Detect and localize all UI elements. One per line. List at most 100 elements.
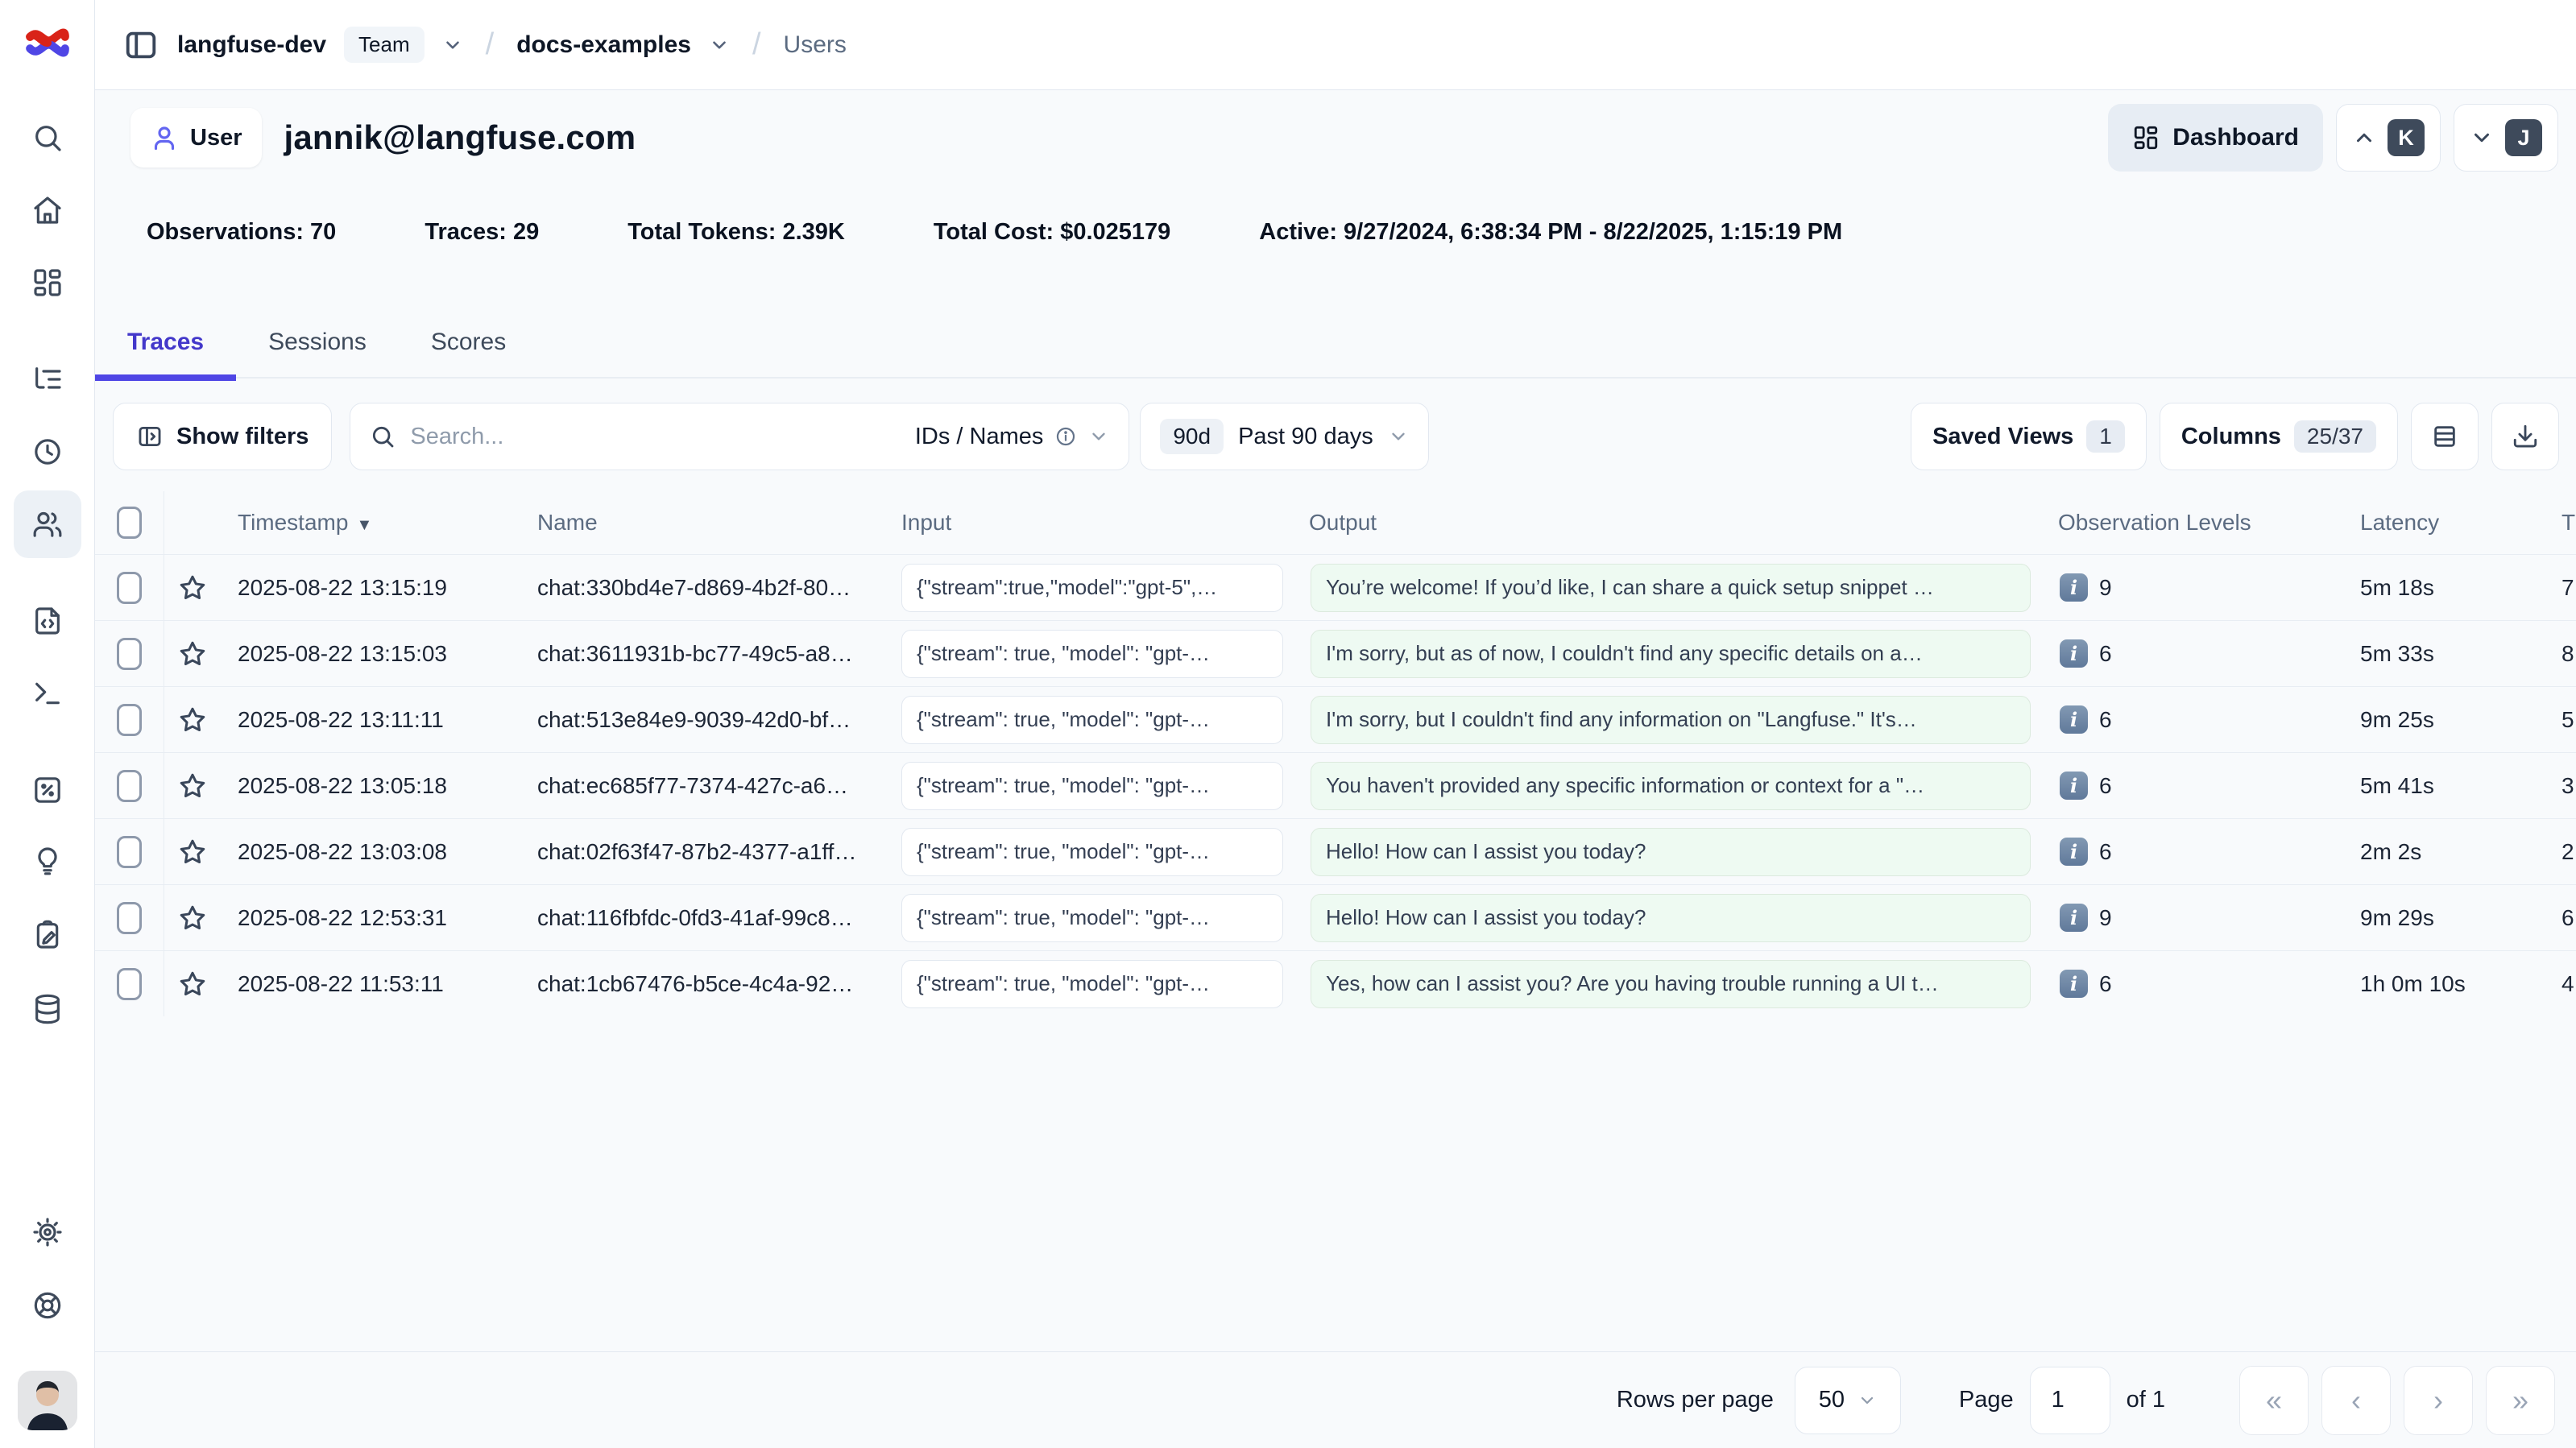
breadcrumb-project[interactable]: langfuse-dev [177, 31, 326, 59]
search-icon [31, 122, 64, 154]
info-level-icon: i [2060, 970, 2088, 998]
langfuse-logo[interactable] [24, 19, 71, 66]
tab-traces[interactable]: Traces [95, 329, 236, 377]
chevron-down-icon[interactable] [442, 35, 463, 56]
cell-output[interactable]: I'm sorry, but as of now, I couldn't fin… [1311, 630, 2031, 678]
tab-sessions[interactable]: Sessions [236, 329, 399, 377]
sidebar-item-dashboards[interactable] [14, 249, 81, 316]
table-row[interactable]: 2025-08-22 13:05:18 chat:ec685f77-7374-4… [95, 752, 2576, 818]
search-scope-selector[interactable]: IDs / Names [915, 424, 1044, 450]
row-checkbox[interactable] [117, 638, 142, 670]
table-row[interactable]: 2025-08-22 13:15:19 chat:330bd4e7-d869-4… [95, 554, 2576, 620]
cell-input[interactable]: {"stream": true, "model": "gpt-… [901, 894, 1283, 942]
table-row[interactable]: 2025-08-22 13:03:08 chat:02f63f47-87b2-4… [95, 818, 2576, 884]
chevron-up-icon [2352, 126, 2376, 150]
sidebar-item-users[interactable] [14, 490, 81, 558]
select-all-checkbox[interactable] [117, 507, 142, 539]
bookmark-star-icon[interactable] [177, 903, 208, 933]
sidebar-item-search[interactable] [14, 104, 81, 172]
search-input[interactable]: Search... [410, 424, 503, 450]
stat-item: Active: 9/27/2024, 6:38:34 PM - 8/22/202… [1259, 219, 1842, 246]
user-avatar[interactable] [18, 1371, 77, 1430]
cell-input[interactable]: {"stream":true,"model":"gpt-5",… [901, 564, 1283, 612]
chevron-down-icon[interactable] [709, 35, 730, 56]
sidebar-item-annotation[interactable] [14, 901, 81, 969]
rows-per-page-select[interactable]: 50 [1795, 1367, 1901, 1434]
bookmark-star-icon[interactable] [177, 573, 208, 603]
cell-output[interactable]: Hello! How can I assist you today? [1311, 894, 2031, 942]
shortcut-keycap: K [2388, 119, 2425, 156]
row-checkbox[interactable] [117, 704, 142, 736]
dashboard-button[interactable]: Dashboard [2108, 104, 2323, 172]
header-truncated[interactable]: T [2545, 510, 2576, 536]
sidebar-item-evaluation[interactable] [14, 756, 81, 824]
cell-timestamp: 2025-08-22 11:53:11 [222, 971, 521, 997]
row-height-button[interactable] [2411, 403, 2479, 470]
search-bar[interactable]: Search... IDs / Names [350, 403, 1129, 470]
next-page-button[interactable]: › [2404, 1366, 2473, 1435]
columns-button[interactable]: Columns 25/37 [2160, 403, 2398, 470]
bookmark-star-icon[interactable] [177, 639, 208, 669]
export-button[interactable] [2491, 403, 2559, 470]
cell-input[interactable]: {"stream": true, "model": "gpt-… [901, 630, 1283, 678]
show-filters-button[interactable]: Show filters [113, 403, 332, 470]
row-checkbox[interactable] [117, 902, 142, 934]
observation-count: 6 [2099, 641, 2112, 667]
breadcrumb-current-page[interactable]: Users [784, 31, 847, 59]
stat-item: Total Tokens: 2.39K [627, 219, 845, 246]
sidebar-item-prompts[interactable] [14, 587, 81, 655]
previous-page-button[interactable]: ‹ [2321, 1366, 2391, 1435]
table-row[interactable]: 2025-08-22 13:11:11 chat:513e84e9-9039-4… [95, 686, 2576, 752]
table-row[interactable]: 2025-08-22 13:15:03 chat:3611931b-bc77-4… [95, 620, 2576, 686]
header-latency[interactable]: Latency [2344, 510, 2545, 536]
cell-output[interactable]: Hello! How can I assist you today? [1311, 828, 2031, 876]
cell-output[interactable]: Yes, how can I assist you? Are you havin… [1311, 960, 2031, 1008]
cell-latency: 5m 33s [2344, 641, 2545, 667]
first-page-button[interactable]: « [2239, 1366, 2309, 1435]
previous-user-button[interactable]: K [2336, 104, 2441, 172]
cell-output[interactable]: I'm sorry, but I couldn't find any infor… [1311, 696, 2031, 744]
shortcut-keycap: J [2505, 119, 2542, 156]
cell-output[interactable]: You haven't provided any specific inform… [1311, 762, 2031, 810]
cell-input[interactable]: {"stream": true, "model": "gpt-… [901, 960, 1283, 1008]
sidebar-item-datasets[interactable] [14, 975, 81, 1043]
table-row[interactable]: 2025-08-22 12:53:31 chat:116fbfdc-0fd3-4… [95, 884, 2576, 950]
header-input[interactable]: Input [885, 510, 1293, 536]
table-row[interactable]: 2025-08-22 11:53:11 chat:1cb67476-b5ce-4… [95, 950, 2576, 1016]
user-type-badge: User [130, 108, 262, 168]
bookmark-star-icon[interactable] [177, 969, 208, 999]
last-page-button[interactable]: » [2486, 1366, 2555, 1435]
header-name[interactable]: Name [521, 510, 885, 536]
cell-input[interactable]: {"stream": true, "model": "gpt-… [901, 828, 1283, 876]
row-checkbox[interactable] [117, 968, 142, 1000]
row-checkbox[interactable] [117, 770, 142, 802]
time-range-selector[interactable]: 90d Past 90 days [1140, 403, 1428, 470]
sidebar-item-home[interactable] [14, 176, 81, 244]
page-number-input[interactable] [2030, 1367, 2110, 1434]
sidebar-item-playground[interactable] [14, 660, 81, 727]
sidebar-toggle-button[interactable] [122, 27, 159, 64]
sidebar-item-settings[interactable] [14, 1198, 81, 1266]
users-icon [31, 508, 64, 540]
sidebar-item-tracing[interactable] [14, 345, 81, 413]
saved-views-button[interactable]: Saved Views 1 [1911, 403, 2147, 470]
header-timestamp[interactable]: Timestamp▼ [222, 510, 521, 536]
row-checkbox[interactable] [117, 836, 142, 868]
observation-count: 6 [2099, 971, 2112, 997]
header-output[interactable]: Output [1293, 510, 2042, 536]
sidebar-item-support[interactable] [14, 1272, 81, 1339]
bookmark-star-icon[interactable] [177, 705, 208, 735]
main-area: langfuse-dev Team / docs-examples / User… [95, 0, 2576, 1448]
sidebar-item-sessions[interactable] [14, 418, 81, 486]
cell-output[interactable]: You’re welcome! If you’d like, I can sha… [1311, 564, 2031, 612]
next-user-button[interactable]: J [2454, 104, 2558, 172]
cell-input[interactable]: {"stream": true, "model": "gpt-… [901, 696, 1283, 744]
bookmark-star-icon[interactable] [177, 837, 208, 867]
tab-scores[interactable]: Scores [399, 329, 538, 377]
cell-input[interactable]: {"stream": true, "model": "gpt-… [901, 762, 1283, 810]
breadcrumb-org[interactable]: docs-examples [516, 31, 691, 59]
row-checkbox[interactable] [117, 572, 142, 604]
header-observation-levels[interactable]: Observation Levels [2042, 510, 2344, 536]
sidebar-item-suggestions[interactable] [14, 827, 81, 895]
bookmark-star-icon[interactable] [177, 771, 208, 801]
